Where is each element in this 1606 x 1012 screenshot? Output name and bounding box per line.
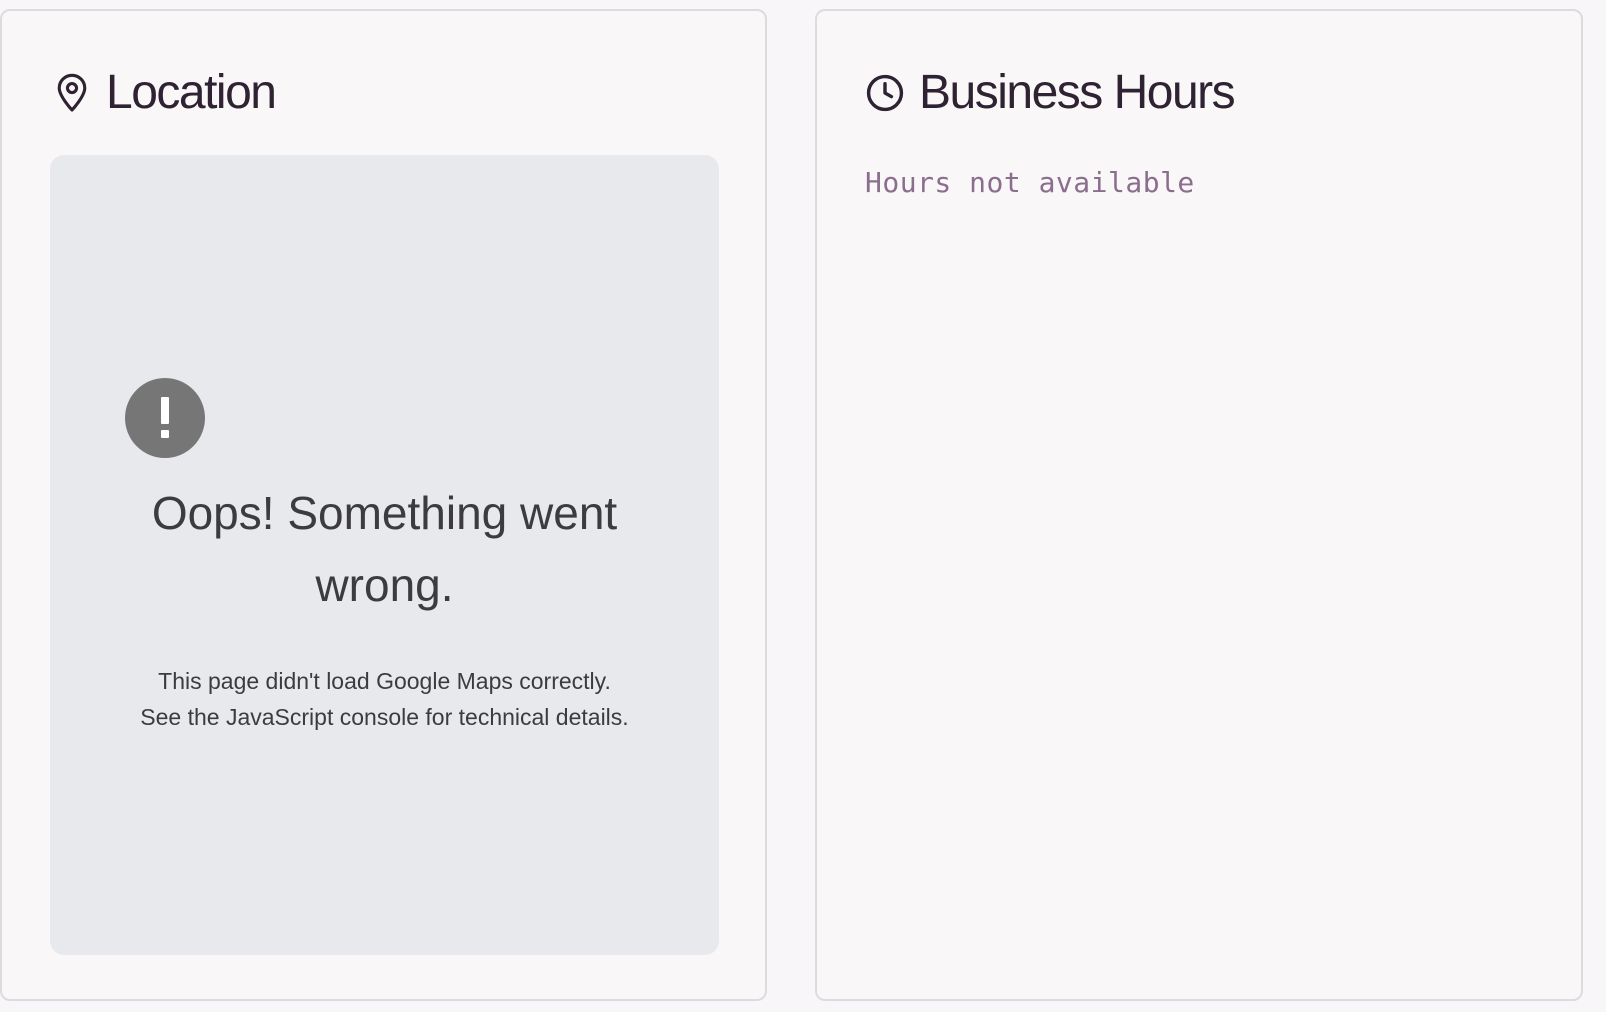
map-pin-icon — [52, 73, 92, 113]
hours-status-text: Hours not available — [865, 166, 1195, 199]
clock-icon — [865, 73, 905, 113]
location-title: Location — [106, 66, 277, 119]
map-error-line: See the JavaScript console for technical… — [140, 704, 629, 730]
map-error-message: This page didn't load Google Maps correc… — [80, 663, 689, 735]
map-error-heading: Oops! Something went wrong. — [151, 487, 618, 611]
page: Location Oops! Something went wrong. Thi… — [0, 0, 1606, 1012]
location-header: Location — [52, 63, 277, 123]
exclamation-icon — [125, 378, 205, 458]
business-hours-card: Business Hours Hours not available — [815, 9, 1583, 1001]
business-hours-title: Business Hours — [919, 66, 1236, 119]
business-hours-header: Business Hours — [865, 63, 1236, 123]
map-embed[interactable]: Oops! Something went wrong. This page di… — [50, 155, 719, 955]
location-card: Location Oops! Something went wrong. Thi… — [0, 9, 767, 1001]
map-error-line: This page didn't load Google Maps correc… — [158, 668, 611, 694]
